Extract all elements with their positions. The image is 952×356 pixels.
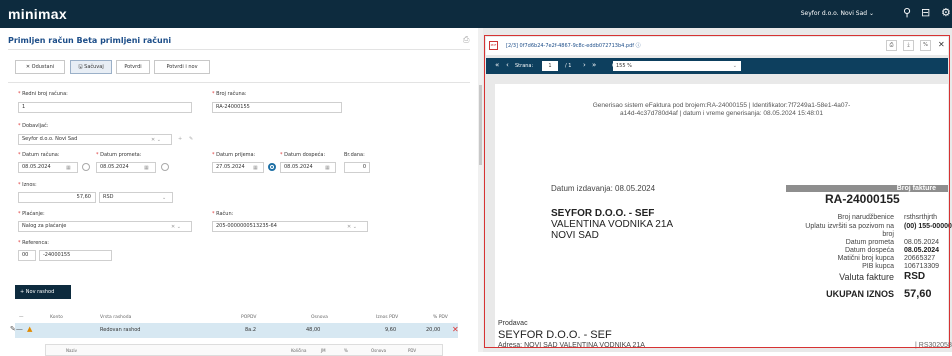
edit-supplier-icon[interactable]: ✎ [189,136,193,142]
sub-col-jm: JM [321,348,326,353]
turnover-date-label: * Datum prometa: [96,152,142,158]
clear-chevron-icon[interactable]: ✕ ⌄ [347,223,357,232]
row-osnova: 48,00 [306,327,321,333]
cancel-button[interactable]: ✕ Odustani [15,60,65,74]
receipt-date-input[interactable]: 27.05.2024 ▦ [212,162,264,173]
sub-col-kolicina: Količina [291,348,307,353]
confirm-button[interactable]: Potvrdi [116,60,150,74]
turnover-date-input[interactable]: 08.05.2024 ▦ [96,162,156,173]
invoice-seq-label: * Redni broj računa: [18,91,68,97]
col-vrsta[interactable]: Vrsta rashoda [100,315,131,320]
col-popdv[interactable]: POPDV [241,315,256,320]
due-date-input[interactable]: 08.05.2024 ▦ [280,162,336,173]
divider [8,82,470,83]
pdf-highlight-frame [484,35,950,348]
chevron-down-icon: ⌄ [162,195,167,201]
inbox-icon[interactable]: ⊟ [921,7,930,19]
days-input[interactable]: 0 [344,162,370,173]
calendar-icon[interactable]: ▦ [325,164,330,173]
reference-label: * Referenca: [18,240,49,246]
payment-select[interactable]: Nalog za plaćanje ✕ ⌄ [18,221,192,232]
amount-input[interactable]: 57,60 [18,192,96,203]
clear-chevron-icon[interactable]: ✕ ⌄ [171,223,181,232]
sub-col-osnova: Osnova [371,348,387,353]
payment-label: * Plaćanje: [18,211,45,217]
receipt-date-label: * Datum prijema: [212,152,256,158]
sub-col-pdv: PDV [408,348,417,353]
account-label: * Račun: [212,211,234,217]
row-popdv: 8a.2 [245,327,257,333]
turnover-date-radio[interactable] [161,163,169,171]
reference-number-input[interactable]: -24000155 [39,250,112,261]
invoice-date-input[interactable]: 08.05.2024 ▦ [18,162,78,173]
settings-icon[interactable]: ⚙ [941,7,951,19]
confirm-new-button[interactable]: Potvrdi i nov [154,60,210,74]
col-osnova[interactable]: Osnova [311,315,328,320]
supplier-label: * Dobavljač: [18,123,49,129]
due-date-label: * Datum dospeća: [280,152,326,158]
delete-row-icon[interactable]: ✕ [452,325,459,334]
print-icon[interactable]: ⎙ [463,35,469,45]
calendar-icon[interactable]: ▦ [144,164,149,173]
invoice-date-radio[interactable] [82,163,90,171]
header-icon: — [19,315,24,320]
invoice-date-label: * Datum računa: [18,152,60,158]
calendar-icon[interactable]: ▦ [253,164,258,173]
invoice-number-input[interactable]: RA-24000155 [212,102,342,113]
edit-row-icon[interactable]: ✎— [10,325,23,333]
col-iznos-pdv[interactable]: Iznos PDV [376,315,398,320]
supplier-select[interactable]: Seyfor d.o.o. Novi Sad ✕ ⌄ [18,134,172,145]
calendar-icon[interactable]: ▦ [66,164,71,173]
save-button[interactable]: 🖫 Sačuvaj [70,60,112,74]
row-vrsta: Redovan rashod [100,327,141,333]
top-navigation-bar: minimax Seyfor d.o.o. Novi Sad ⌄ ⚲ ⊟ ⚙ [0,0,952,28]
page-title: Primljen račun Beta primljeni računi [8,36,172,45]
sub-col-procenat: % [344,348,348,353]
clear-chevron-icon[interactable]: ✕ ⌄ [151,136,161,145]
col-procenat[interactable]: % PDV [433,315,448,320]
amount-label: * Iznos: [18,182,37,188]
divider [8,49,470,50]
invoice-seq-input[interactable]: 1 [18,102,192,113]
subitem-table-header: Naziv Količina JM % Osnova PDV [45,344,443,356]
add-supplier-icon[interactable]: + [178,136,182,142]
days-label: Br.dana: [344,152,365,158]
invoice-number-label: * Broj računa: [212,91,247,97]
app-logo[interactable]: minimax [8,6,67,22]
reference-model-input[interactable]: 00 [18,250,36,261]
sub-col-naziv: Naziv [66,348,78,353]
row-pdv: 9,60 [385,327,397,333]
table-row[interactable]: ✎— ▲ Redovan rashod 8a.2 48,00 9,60 20,0… [10,323,459,338]
receipt-date-radio[interactable] [268,163,276,171]
warning-icon: ▲ [27,325,33,333]
user-icon[interactable]: ⚲ [903,7,911,19]
row-procenat: 20,00 [426,327,441,333]
company-selector[interactable]: Seyfor d.o.o. Novi Sad ⌄ [801,10,874,17]
form-panel: Primljen račun Beta primljeni računi ⎙ ✕… [0,28,478,356]
account-select[interactable]: 205-0000000513235-64 ✕ ⌄ [212,221,368,232]
new-expense-button[interactable]: + Nov rashod [15,285,71,299]
currency-select[interactable]: RSD ⌄ [99,192,173,203]
scrollbar-thumb[interactable] [479,85,482,165]
col-konto[interactable]: Konto [50,315,63,320]
